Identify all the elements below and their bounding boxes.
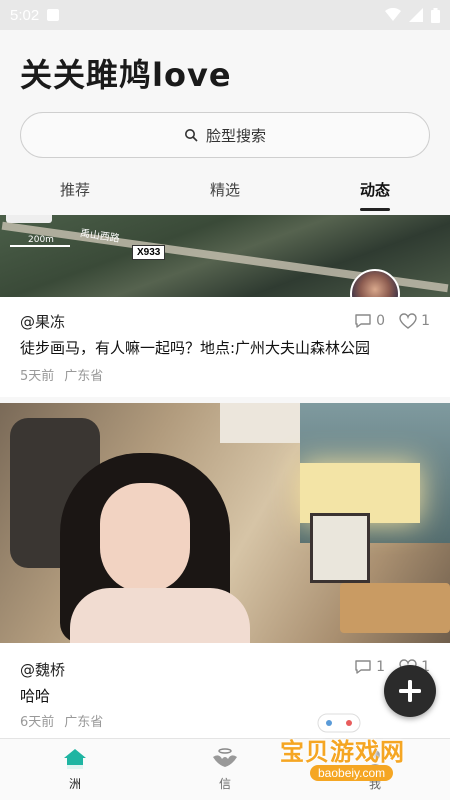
face-search-bar[interactable]: 脸型搜索 — [20, 112, 430, 158]
map-badge — [6, 215, 52, 223]
message-angel-icon — [213, 748, 237, 767]
status-bar: 5:02 — [0, 0, 450, 30]
home-icon — [64, 749, 86, 769]
signal-icon — [409, 8, 423, 22]
tab-bar: 推荐 精选 动态 — [0, 175, 450, 215]
nav-label: 信 — [218, 777, 231, 791]
post-meta: 6天前 广东省 — [20, 711, 103, 730]
heart-icon — [399, 313, 417, 329]
post-meta: 5天前 广东省 — [20, 365, 103, 384]
post-location: 广东省 — [64, 715, 104, 730]
like-count: 1 — [421, 313, 430, 329]
post-stats: 0 1 — [354, 313, 430, 329]
post-image-photo[interactable] — [0, 403, 450, 643]
plus-icon — [399, 680, 421, 702]
like-button[interactable]: 1 — [399, 313, 430, 329]
gamepad-logo-icon — [317, 713, 361, 733]
watermark-text: 宝贝游戏网 — [280, 738, 405, 766]
comment-count: 0 — [376, 313, 386, 329]
tab-moments[interactable]: 动态 — [300, 175, 450, 215]
comment-icon — [355, 314, 371, 328]
comment-button[interactable]: 0 — [354, 313, 385, 329]
tab-featured[interactable]: 精选 — [150, 175, 300, 215]
nav-item-messages[interactable]: 信 — [150, 739, 300, 800]
battery-icon — [431, 7, 440, 23]
nav-label: 洲 — [68, 777, 81, 791]
wifi-icon — [385, 8, 401, 21]
map-road-label: 禹山西路 — [79, 228, 121, 245]
post-time: 6天前 — [20, 715, 55, 730]
feed[interactable]: 200m 禹山西路 X933 @果冻 0 1 徒步画马，有人嘛一起吗？地点:广州… — [0, 215, 450, 738]
post-content: 徒步画马，有人嘛一起吗？地点:广州大夫山森林公园 — [20, 339, 371, 357]
comment-count: 1 — [376, 659, 386, 675]
page-title: 关关雎鸠love — [20, 56, 232, 94]
post-author[interactable]: @果冻 — [20, 311, 65, 332]
post-location: 广东省 — [64, 369, 104, 384]
photo-sign — [310, 513, 370, 583]
search-icon — [184, 129, 198, 142]
watermark-url: baobeiy.com — [310, 765, 394, 781]
map-road-tag: X933 — [132, 245, 166, 260]
post-time: 5天前 — [20, 369, 55, 384]
photo-person-face — [100, 483, 190, 593]
site-watermark: 宝贝游戏网 baobeiy.com — [280, 710, 420, 790]
photo-person-shoulder — [70, 588, 250, 643]
comment-button[interactable]: 1 — [354, 659, 385, 675]
status-time: 5:02 — [10, 6, 40, 24]
header: 关关雎鸠love 脸型搜索 推荐 精选 动态 — [0, 30, 450, 215]
photo-tray — [340, 583, 450, 633]
notification-icon — [47, 9, 60, 21]
map-scale: 200m — [10, 235, 70, 247]
post-card: @果冻 0 1 徒步画马，有人嘛一起吗？地点:广州大夫山森林公园 5天前 广东省 — [0, 297, 450, 397]
search-label: 脸型搜索 — [205, 126, 266, 145]
photo-background — [220, 403, 300, 443]
comment-icon — [355, 660, 371, 674]
tab-recommend[interactable]: 推荐 — [0, 175, 150, 215]
post-content: 哈哈 — [20, 687, 51, 705]
nav-item-island[interactable]: 洲 — [0, 739, 150, 800]
post-author[interactable]: @魏桥 — [20, 659, 65, 680]
